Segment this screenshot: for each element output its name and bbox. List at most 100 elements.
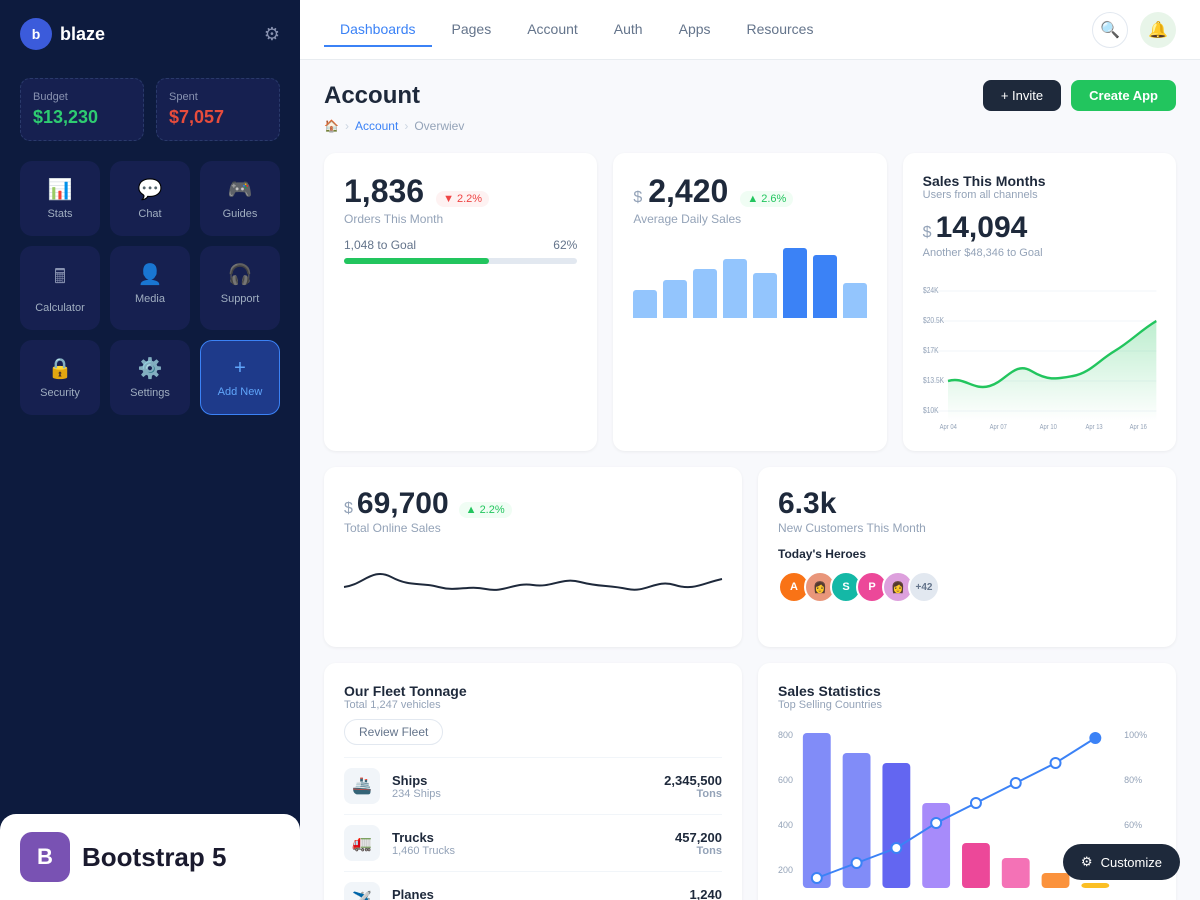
invite-button[interactable]: + Invite [983,80,1061,111]
nav-link-apps[interactable]: Apps [663,13,727,47]
add-new-icon: + [234,357,246,380]
up-arrow-icon: ▲ [747,193,758,205]
sidebar-item-label: Add New [218,386,263,398]
page-title: Account [324,82,420,110]
svg-text:Apr 04: Apr 04 [939,424,957,432]
svg-text:$24K: $24K [923,285,939,295]
spent-label: Spent [169,91,267,103]
nav-link-auth[interactable]: Auth [598,13,659,47]
monthly-sales-chart: $24K $20.5K $17K $13.5K $10K Apr 04 Apr … [923,271,1156,431]
security-icon: 🔒 [48,356,73,381]
create-app-button[interactable]: Create App [1071,80,1176,111]
budget-value: $13,230 [33,107,131,128]
online-sales-label: Total Online Sales [344,521,722,535]
daily-sales-badge: ▲ 2.6% [740,191,793,207]
sidebar-item-settings[interactable]: ⚙️ Settings [110,340,190,415]
breadcrumb-sep2: › [404,119,408,133]
fleet-row-trucks: 🚛 Trucks 1,460 Trucks 457,200 Tons [344,814,722,871]
sidebar-item-chat[interactable]: 💬 Chat [110,161,190,236]
progress-fill [344,258,489,264]
fleet-row-planes: ✈️ Planes 8 Aircrafts 1,240 Tons [344,871,722,900]
svg-text:Apr 13: Apr 13 [1085,424,1103,432]
planes-name: Planes [392,887,441,900]
nav-grid: 📊 Stats 💬 Chat 🎮 Guides 🖩 Calculator 👤 M… [0,161,300,425]
sidebar-item-label: Stats [47,208,72,220]
sidebar-menu-icon[interactable]: ⚙ [264,24,280,45]
spent-value: $7,057 [169,107,267,128]
up-arrow2-icon: ▲ [466,504,477,516]
media-icon: 👤 [138,262,163,287]
sidebar-item-support[interactable]: 🎧 Support [200,246,280,330]
monthly-sales-number: 14,094 [936,211,1028,245]
customers-number: 6.3k [778,487,1156,521]
nav-link-pages[interactable]: Pages [436,13,508,47]
page-header: Account + Invite Create App [324,80,1176,111]
bottom-row: Our Fleet Tonnage Total 1,247 vehicles R… [324,663,1176,900]
bar-3 [693,269,717,318]
chat-icon: 💬 [138,177,163,202]
wave-chart [344,547,722,627]
trucks-sub: 1,460 Trucks [392,845,455,857]
budget-label: Budget [33,91,131,103]
logo-icon: b [20,18,52,50]
svg-text:$20.5K: $20.5K [923,315,944,325]
sidebar-item-calculator[interactable]: 🖩 Calculator [20,246,100,330]
sidebar-item-security[interactable]: 🔒 Security [20,340,100,415]
guides-icon: 🎮 [228,177,253,202]
sidebar-item-stats[interactable]: 📊 Stats [20,161,100,236]
trucks-name: Trucks [392,830,455,845]
online-sales-number: 69,700 [357,487,449,521]
sidebar-item-label: Guides [223,208,258,220]
logo-text: blaze [60,24,105,45]
bar-6 [783,248,807,318]
avatars-row: A 👩 S P 👩 +42 [778,571,1156,603]
nav-link-resources[interactable]: Resources [731,13,830,47]
trucks-icon: 🚛 [344,825,380,861]
sidebar-item-media[interactable]: 👤 Media [110,246,190,330]
sidebar-item-guides[interactable]: 🎮 Guides [200,161,280,236]
sidebar: b blaze ⚙ Budget $13,230 Spent $7,057 📊 … [0,0,300,900]
svg-text:800: 800 [778,730,793,740]
daily-sales-label: Average Daily Sales [633,212,866,226]
trucks-value: 457,200 [675,830,722,845]
customize-button[interactable]: ⚙ Customize [1063,844,1180,880]
sidebar-item-label: Media [135,293,165,305]
settings-icon: ⚙️ [138,356,163,381]
nav-links: Dashboards Pages Account Auth Apps Resou… [324,13,829,47]
search-button[interactable]: 🔍 [1092,12,1128,48]
breadcrumb: 🏠 › Account › Overwiev [324,119,1176,133]
svg-text:100%: 100% [1124,730,1147,740]
spent-card: Spent $7,057 [156,78,280,141]
bar-7 [813,255,837,318]
sidebar-item-add-new[interactable]: + Add New [200,340,280,415]
dollar-prefix: $ [633,189,642,207]
breadcrumb-sep: › [345,119,349,133]
orders-label: Orders This Month [344,212,577,226]
breadcrumb-account[interactable]: Account [355,119,398,133]
content-area: Account + Invite Create App 🏠 › Account … [300,60,1200,900]
monthly-goal-text: Another $48,346 to Goal [923,247,1156,259]
breadcrumb-current: Overwiev [414,119,464,133]
svg-text:$13.5K: $13.5K [923,375,944,385]
bootstrap-title: Bootstrap 5 [82,842,226,873]
svg-text:600: 600 [778,775,793,785]
review-fleet-button[interactable]: Review Fleet [344,719,443,745]
nav-link-dashboards[interactable]: Dashboards [324,13,432,47]
main-content: Dashboards Pages Account Auth Apps Resou… [300,0,1200,900]
calculator-icon: 🖩 [54,262,66,296]
notification-button[interactable]: 🔔 [1140,12,1176,48]
ships-name: Ships [392,773,441,788]
fleet-title: Our Fleet Tonnage [344,683,722,699]
svg-text:$10K: $10K [923,405,939,415]
customize-icon: ⚙ [1081,854,1093,870]
dollar-prefix2: $ [344,500,353,518]
sidebar-item-label: Security [40,387,80,399]
customers-label: New Customers This Month [778,521,1156,535]
bar-5 [753,273,777,319]
svg-text:Apr 10: Apr 10 [1039,424,1057,432]
breadcrumb-home[interactable]: 🏠 [324,119,339,133]
ships-value: 2,345,500 [664,773,722,788]
fleet-subtitle: Total 1,247 vehicles [344,699,722,711]
stats-icon: 📊 [48,177,73,202]
nav-link-account[interactable]: Account [511,13,594,47]
